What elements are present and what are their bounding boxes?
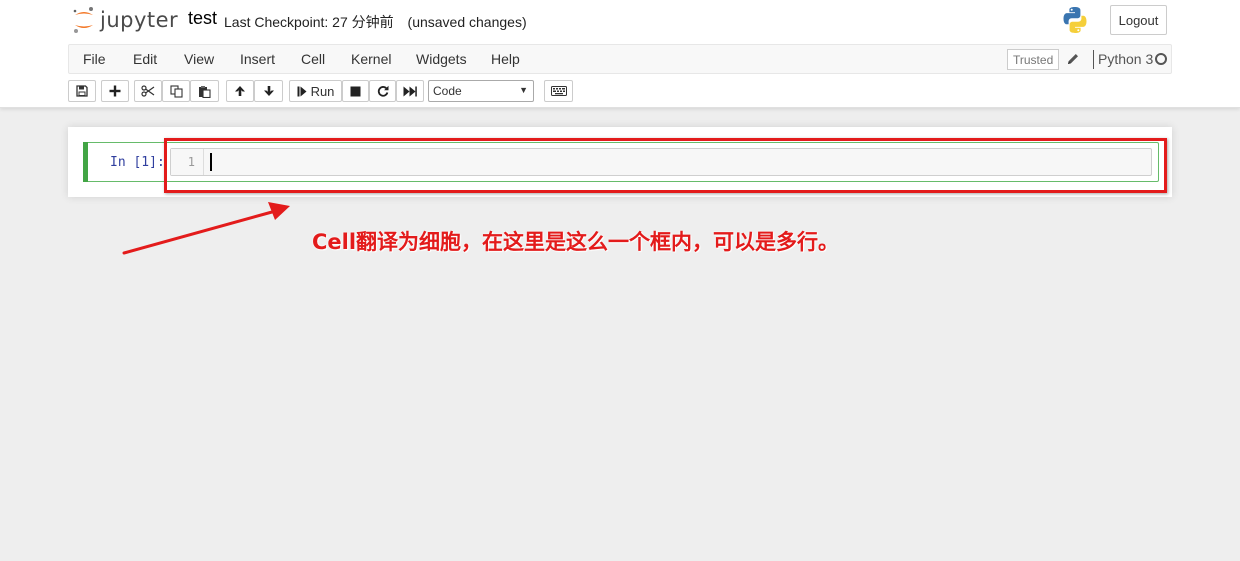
annotation-arrow-icon	[122, 202, 290, 255]
annotation-text: Cell翻译为细胞，在这里是这么一个框内，可以是多行。	[312, 230, 840, 254]
